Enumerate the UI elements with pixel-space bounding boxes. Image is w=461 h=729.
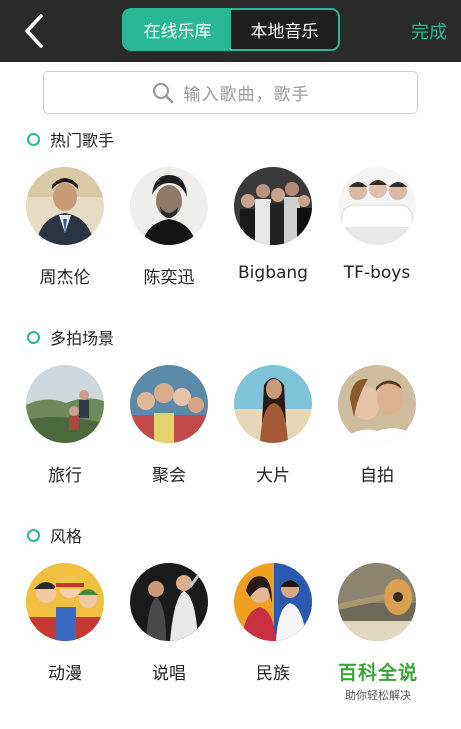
section-header: 风格 [27,525,83,546]
item-label: 民族 [256,664,290,684]
tab-local-music[interactable]: 本地音乐 [231,10,338,49]
section-title: 风格 [50,527,83,546]
item-label: TF-boys [343,263,411,283]
circle-bullet-icon [27,528,40,542]
scene-travel [26,365,104,443]
style-anime [26,563,104,641]
avatar-tf-boys [338,167,416,245]
section-header: 多拍场景 [27,327,115,348]
avatar-jay-chou [26,167,104,245]
item-label: 动漫 [48,664,82,684]
back-button[interactable] [14,10,54,52]
item-label: 陈奕迅 [143,268,195,288]
style-folk [234,563,312,641]
scene-selfie [338,365,416,443]
circle-bullet-icon [27,132,40,146]
item-label: Bigbang [238,263,308,283]
top-bar: 在线乐库 本地音乐 完成 [0,0,461,62]
search-icon [152,82,173,103]
section-header: 热门歌手 [27,129,115,150]
item-label: 大片 [256,466,290,486]
item-label: 自拍 [360,466,394,486]
style-guitar [338,563,416,641]
watermark: 百科全说 助你轻松解决 [328,658,428,703]
search-placeholder: 输入歌曲，歌手 [183,85,310,105]
section-title: 多拍场景 [50,329,115,348]
item-label: 说唱 [152,664,186,684]
done-button[interactable]: 完成 [411,18,447,44]
item-label: 聚会 [152,466,186,486]
section-hot-singers: 热门歌手 周杰伦 陈奕迅 Bigbang TF-boys [0,129,461,299]
search-input[interactable]: 输入歌曲，歌手 [43,71,418,114]
tab-online-library[interactable]: 在线乐库 [124,10,231,49]
watermark-subtitle: 助你轻松解决 [345,689,411,702]
scene-blockbuster [234,365,312,443]
avatar-eason-chan [130,167,208,245]
section-title: 热门歌手 [50,131,115,150]
chevron-left-icon [25,14,43,48]
scene-party [130,365,208,443]
item-label: 周杰伦 [39,268,91,288]
watermark-title: 百科全说 [337,662,418,684]
section-scenes: 多拍场景 旅行 聚会 大片 自拍 [0,327,461,497]
source-tabs: 在线乐库 本地音乐 [122,8,340,51]
circle-bullet-icon [27,330,40,344]
item-label: 旅行 [48,466,82,486]
style-rap [130,563,208,641]
avatar-bigbang [234,167,312,245]
